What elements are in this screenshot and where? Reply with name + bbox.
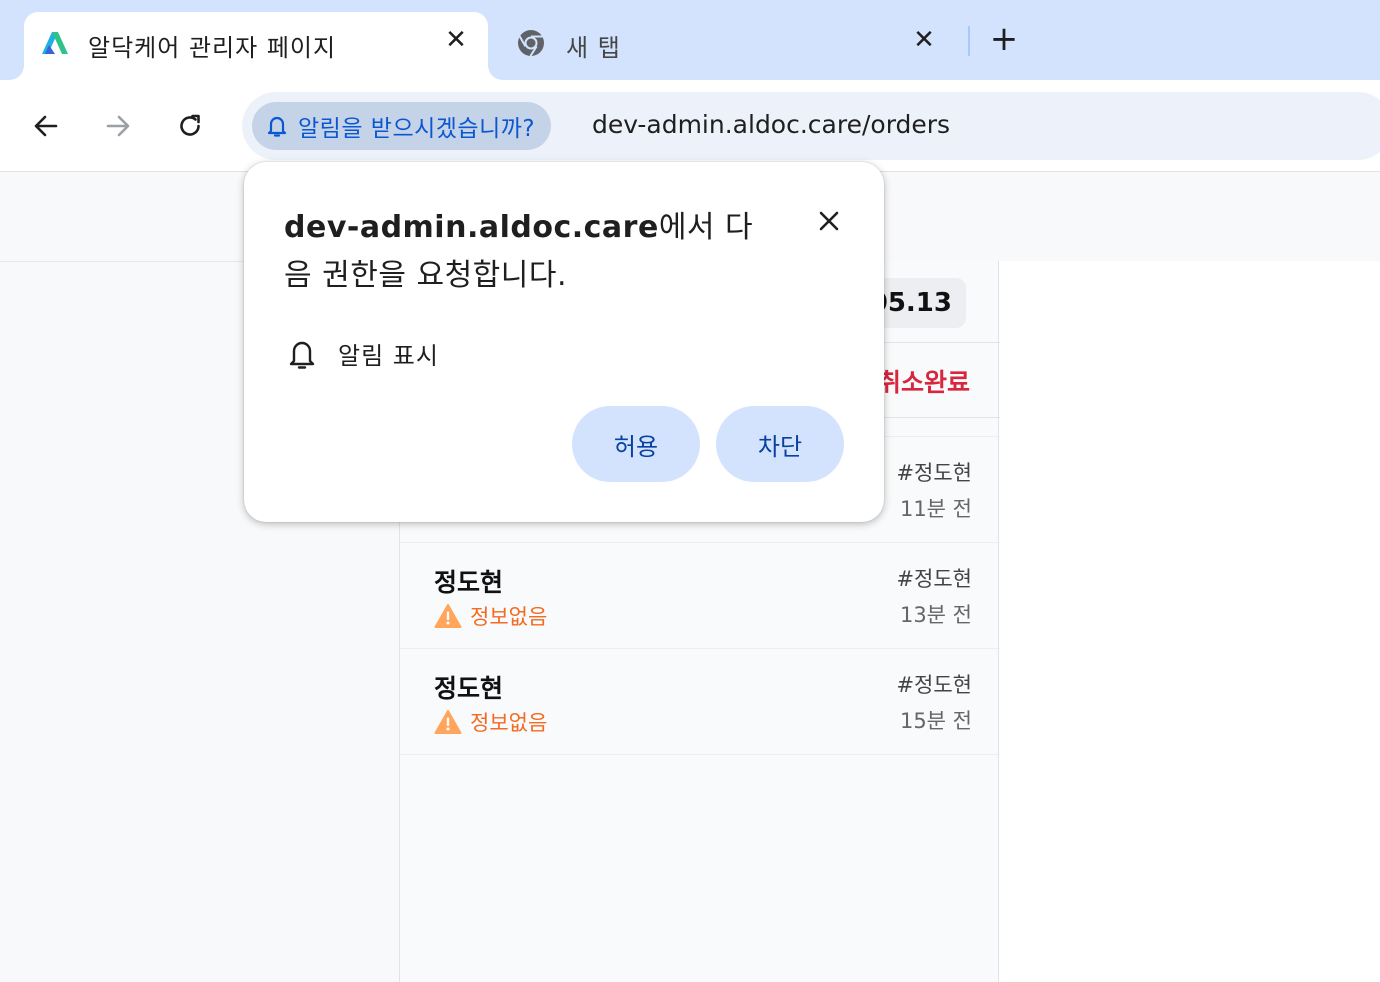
order-tag: #정도현 [896,567,972,591]
order-status-text: 정보없음 [470,711,548,735]
tab-close-icon[interactable]: ✕ [910,26,938,54]
tab-close-icon[interactable]: ✕ [442,26,470,54]
order-tag: #정도현 [896,673,972,697]
warning-icon [434,604,462,628]
order-customer-name: 정도현 [434,674,504,703]
dialog-origin: dev-admin.aldoc.care [284,210,659,245]
order-time: 15분 전 [899,709,972,733]
detail-panel [998,261,1380,982]
tab-title: 새 탭 [566,34,621,62]
order-status: 정보없음 [434,601,547,631]
order-customer-name: 정도현 [434,568,504,597]
bell-icon [289,341,315,369]
new-tab-button[interactable]: + [986,22,1022,58]
aldoc-logo-icon [42,32,68,54]
order-row[interactable]: 정도현 정보없음 #정도현 13분 전 [400,543,1000,649]
reload-icon [180,114,200,136]
tab-separator [968,26,970,56]
tab-aldoc-admin[interactable]: 알닥케어 관리자 페이지 ✕ [10,12,502,80]
permission-item-label: 알림 표시 [338,342,439,370]
notification-permission-chip[interactable]: 알림을 받으시겠습니까? [252,102,552,150]
arrow-right-icon [106,115,130,137]
order-status-text: 정보없음 [470,605,548,629]
dialog-title: dev-admin.aldoc.care에서 다음 권한을 요청합니다. [284,204,774,300]
warning-icon [434,710,462,734]
tab-new-tab[interactable]: 새 탭 ✕ [500,12,956,80]
tab-cancelled[interactable]: 취소완료 [878,363,970,399]
order-time: 13분 전 [899,603,972,627]
block-button[interactable]: 차단 [716,406,844,482]
allow-button[interactable]: 허용 [572,406,700,482]
permission-item: 알림 표시 [288,336,439,371]
dialog-close-button[interactable] [814,206,844,236]
address-bar[interactable]: 알림을 받으시겠습니까? dev-admin.aldoc.care/orders [242,92,1380,160]
reload-button[interactable] [170,106,210,146]
chrome-icon [518,30,544,57]
tab-title: 알닥케어 관리자 페이지 [88,34,337,62]
order-row[interactable]: 정도현 정보없음 #정도현 15분 전 [400,649,1000,755]
order-time: 11분 전 [899,497,972,521]
arrow-left-icon [34,115,58,137]
back-button[interactable] [26,106,66,146]
browser-toolbar: 알림을 받으시겠습니까? dev-admin.aldoc.care/orders [0,80,1380,172]
permission-chip-label: 알림을 받으시겠습니까? [298,116,536,142]
forward-button[interactable] [98,106,138,146]
permission-dialog: dev-admin.aldoc.care에서 다음 권한을 요청합니다. 알림 … [244,162,884,522]
bell-icon [267,116,287,137]
url-text[interactable]: dev-admin.aldoc.care/orders [592,110,950,139]
order-status: 정보없음 [434,707,547,737]
order-tag: #정도현 [896,461,972,485]
tab-strip: 알닥케어 관리자 페이지 ✕ 새 탭 ✕ + [0,0,1380,80]
close-icon [819,211,839,231]
